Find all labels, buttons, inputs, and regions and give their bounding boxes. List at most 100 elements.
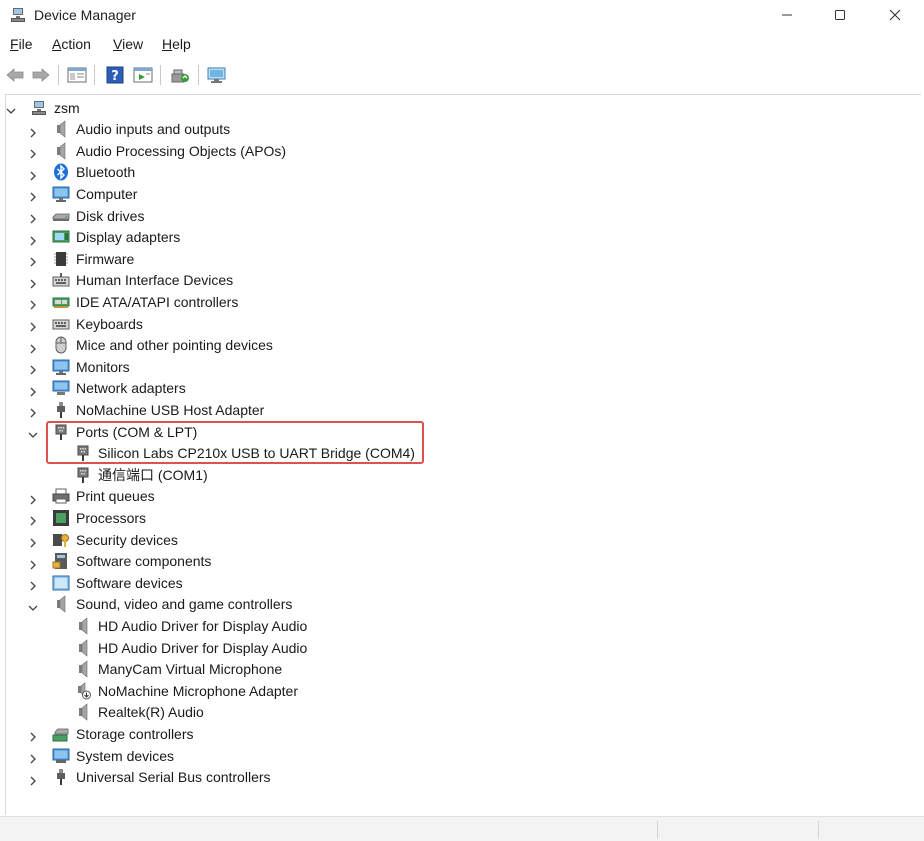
menu-help[interactable]: Help bbox=[162, 36, 191, 52]
tree-item-label: System devices bbox=[76, 747, 175, 764]
tree-device[interactable]: Realtek(R) Audio bbox=[74, 702, 204, 723]
chevron-down-icon[interactable] bbox=[6, 103, 16, 114]
tree-category[interactable]: Processors bbox=[30, 507, 146, 528]
back-button[interactable] bbox=[4, 64, 26, 86]
menu-bar: File Action View Help bbox=[0, 36, 924, 58]
properties-button[interactable] bbox=[66, 64, 88, 86]
chevron-right-icon[interactable] bbox=[28, 276, 38, 289]
chevron-right-icon[interactable] bbox=[28, 297, 38, 310]
chevron-right-icon[interactable] bbox=[28, 729, 38, 742]
chevron-right-icon[interactable] bbox=[28, 254, 38, 267]
chevron-right-icon[interactable] bbox=[28, 492, 38, 505]
uninstall-button[interactable] bbox=[169, 64, 191, 86]
tree-category[interactable]: Sound, video and game controllers bbox=[28, 594, 292, 615]
chevron-right-icon[interactable] bbox=[28, 751, 38, 764]
chevron-down-icon[interactable] bbox=[28, 600, 38, 611]
chevron-right-icon[interactable] bbox=[28, 384, 38, 397]
tree-root[interactable]: zsm bbox=[6, 97, 80, 118]
tree-category[interactable]: Security devices bbox=[30, 529, 178, 550]
title-bar: Device Manager bbox=[0, 0, 924, 32]
tree-category[interactable]: Firmware bbox=[30, 248, 135, 269]
tree-category[interactable]: Mice and other pointing devices bbox=[30, 335, 273, 356]
disk-drive-icon bbox=[52, 207, 70, 225]
chevron-right-icon[interactable] bbox=[28, 189, 38, 202]
svg-text:?: ? bbox=[111, 69, 119, 84]
mouse-icon bbox=[52, 336, 70, 354]
tree-category[interactable]: Storage controllers bbox=[30, 723, 194, 744]
tree-device[interactable]: HD Audio Driver for Display Audio bbox=[74, 637, 307, 658]
back-icon bbox=[6, 68, 24, 82]
maximize-icon bbox=[835, 10, 845, 20]
printer-icon bbox=[52, 487, 70, 505]
highlight-box bbox=[46, 421, 424, 464]
tree-device[interactable]: ManyCam Virtual Microphone bbox=[74, 659, 282, 680]
chevron-right-icon[interactable] bbox=[28, 146, 38, 159]
tree-item-label: Monitors bbox=[76, 358, 130, 375]
tree-category[interactable]: Audio inputs and outputs bbox=[30, 119, 230, 140]
menu-file[interactable]: File bbox=[10, 36, 33, 52]
tree-category[interactable]: Print queues bbox=[30, 486, 155, 507]
monitor-icon bbox=[52, 358, 70, 376]
chevron-right-icon[interactable] bbox=[28, 557, 38, 570]
tree-item-label: Storage controllers bbox=[76, 725, 194, 742]
chevron-right-icon[interactable] bbox=[28, 773, 38, 786]
menu-view[interactable]: View bbox=[113, 36, 143, 52]
network-adapter-icon bbox=[52, 379, 70, 397]
chevron-right-icon[interactable] bbox=[28, 125, 38, 138]
forward-button[interactable] bbox=[30, 64, 52, 86]
tree-category[interactable]: Software devices bbox=[30, 572, 183, 593]
update-driver-button[interactable] bbox=[132, 64, 154, 86]
tree-category[interactable]: Universal Serial Bus controllers bbox=[30, 767, 271, 788]
tree-category[interactable]: Disk drives bbox=[30, 205, 144, 226]
display-adapter-icon bbox=[52, 228, 70, 246]
tree-category[interactable]: Bluetooth bbox=[30, 162, 135, 183]
chevron-right-icon[interactable] bbox=[28, 319, 38, 332]
tree-item-label: ManyCam Virtual Microphone bbox=[98, 661, 283, 678]
chevron-right-icon[interactable] bbox=[28, 211, 38, 224]
scan-hardware-button[interactable] bbox=[206, 64, 228, 86]
speaker-icon bbox=[74, 638, 92, 657]
chevron-right-icon[interactable] bbox=[28, 535, 38, 548]
speaker-icon bbox=[74, 660, 92, 678]
chevron-right-icon[interactable] bbox=[28, 513, 38, 526]
tree-category[interactable]: Audio Processing Objects (APOs) bbox=[30, 140, 287, 161]
tree-category[interactable]: NoMachine USB Host Adapter bbox=[30, 399, 264, 420]
tree-item-label: Computer bbox=[76, 185, 138, 202]
tree-item-label: Keyboards bbox=[76, 315, 143, 332]
tree-category[interactable]: Keyboards bbox=[30, 313, 143, 334]
tree-category[interactable]: Computer bbox=[30, 183, 138, 204]
tree-device[interactable]: HD Audio Driver for Display Audio bbox=[74, 615, 307, 636]
tree-category[interactable]: System devices bbox=[30, 745, 175, 766]
tree-item-label: Network adapters bbox=[76, 380, 186, 397]
chevron-right-icon[interactable] bbox=[28, 362, 38, 375]
tree-device[interactable]: 通信端口 (COM1) bbox=[74, 464, 208, 485]
chevron-down-icon[interactable] bbox=[28, 427, 38, 438]
port-icon bbox=[74, 466, 92, 484]
tree-category[interactable]: Monitors bbox=[30, 356, 130, 377]
tree-category[interactable]: Display adapters bbox=[30, 227, 180, 248]
tree-item-label: Audio Processing Objects (APOs) bbox=[76, 142, 287, 159]
maximize-button[interactable] bbox=[817, 0, 863, 30]
minimize-button[interactable] bbox=[764, 0, 810, 30]
chevron-right-icon[interactable] bbox=[28, 578, 38, 591]
tree-category[interactable]: IDE ATA/ATAPI controllers bbox=[30, 291, 239, 312]
speaker-download-icon bbox=[74, 682, 92, 700]
tree-item-label: Firmware bbox=[76, 250, 135, 267]
tree-item-label: zsm bbox=[54, 99, 80, 116]
chevron-right-icon[interactable] bbox=[28, 341, 38, 354]
tree-category[interactable]: Software components bbox=[30, 551, 211, 572]
tree-category[interactable]: Human Interface Devices bbox=[30, 270, 233, 291]
chevron-right-icon[interactable] bbox=[28, 233, 38, 246]
menu-action[interactable]: Action bbox=[52, 36, 91, 52]
tree-device[interactable]: NoMachine Microphone Adapter bbox=[74, 680, 298, 701]
usb-plug-icon bbox=[52, 768, 70, 786]
tree-item-label: IDE ATA/ATAPI controllers bbox=[76, 293, 239, 310]
forward-icon bbox=[32, 68, 50, 82]
chevron-right-icon[interactable] bbox=[28, 168, 38, 181]
tree-category[interactable]: Network adapters bbox=[30, 378, 186, 399]
usb-plug-icon bbox=[52, 401, 70, 419]
help-button[interactable]: ? bbox=[104, 64, 126, 86]
help-icon: ? bbox=[106, 66, 124, 84]
close-button[interactable] bbox=[872, 0, 918, 30]
chevron-right-icon[interactable] bbox=[28, 405, 38, 418]
